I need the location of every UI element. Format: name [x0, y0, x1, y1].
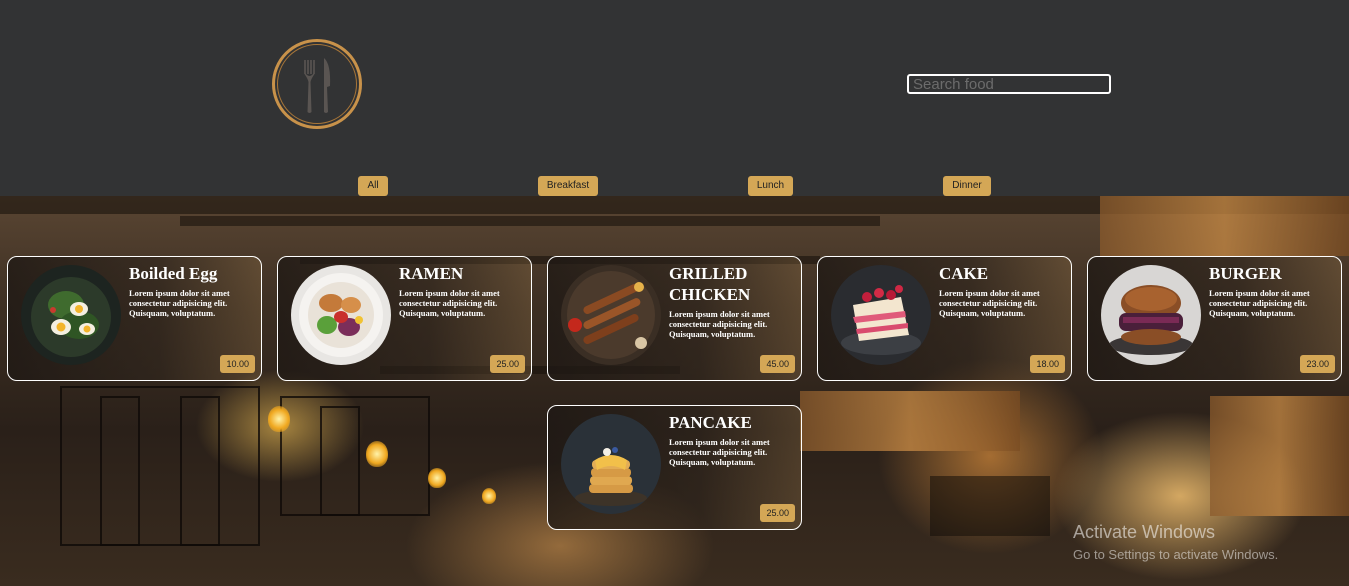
menu-item-description: Lorem ipsum dolor sit amet consectetur a…: [939, 288, 1040, 318]
price-badge: 45.00: [760, 355, 795, 373]
menu-item-title: Boilded Egg: [129, 264, 218, 283]
filter-all-button[interactable]: All: [358, 176, 388, 196]
ramen-photo: [291, 265, 391, 365]
header: All Breakfast Lunch Dinner: [0, 0, 1349, 196]
menu-card[interactable]: BURGER Lorem ipsum dolor sit amet consec…: [1087, 256, 1342, 381]
menu-item-description: Lorem ipsum dolor sit amet consectetur a…: [669, 437, 770, 467]
fork-and-knife-icon: [304, 58, 331, 113]
price-badge: 10.00: [220, 355, 255, 373]
menu-item-description: Lorem ipsum dolor sit amet consectetur a…: [1209, 288, 1310, 318]
menu-item-title: CAKE: [939, 264, 989, 283]
filter-dinner-button[interactable]: Dinner: [943, 176, 991, 196]
price-badge: 25.00: [760, 504, 795, 522]
menu-item-title: PANCAKE: [669, 413, 752, 432]
menu-card[interactable]: Boilded Egg Lorem ipsum dolor sit amet c…: [7, 256, 262, 381]
menu-card[interactable]: PANCAKE Lorem ipsum dolor sit amet conse…: [547, 405, 802, 530]
menu-item-description: Lorem ipsum dolor sit amet consectetur a…: [129, 288, 230, 318]
menu-card[interactable]: GRILLED CHICKEN Lorem ipsum dolor sit am…: [547, 256, 802, 381]
cake-photo: [831, 265, 931, 365]
filter-breakfast-button[interactable]: Breakfast: [538, 176, 598, 196]
price-badge: 25.00: [490, 355, 525, 373]
menu-item-description: Lorem ipsum dolor sit amet consectetur a…: [669, 309, 770, 339]
burger-photo: [1101, 265, 1201, 365]
activate-windows-watermark: Activate Windows: [1073, 522, 1216, 542]
menu-item-title: RAMEN: [399, 264, 464, 283]
activate-windows-hint: Go to Settings to activate Windows.: [1073, 547, 1279, 562]
search-input[interactable]: [907, 74, 1111, 94]
price-badge: 18.00: [1030, 355, 1065, 373]
menu-card[interactable]: RAMEN Lorem ipsum dolor sit amet consect…: [277, 256, 532, 381]
menu-card[interactable]: CAKE Lorem ipsum dolor sit amet consecte…: [817, 256, 1072, 381]
grilled-chicken-photo: [561, 265, 661, 365]
menu-item-title: BURGER: [1209, 264, 1282, 283]
filter-lunch-button[interactable]: Lunch: [748, 176, 793, 196]
price-badge: 23.00: [1300, 355, 1335, 373]
menu-item-title: GRILLED CHICKEN: [669, 264, 751, 304]
pancake-photo: [561, 414, 661, 514]
boiled-egg-photo: [21, 265, 121, 365]
menu-item-description: Lorem ipsum dolor sit amet consectetur a…: [399, 288, 500, 318]
logo[interactable]: [272, 39, 362, 129]
